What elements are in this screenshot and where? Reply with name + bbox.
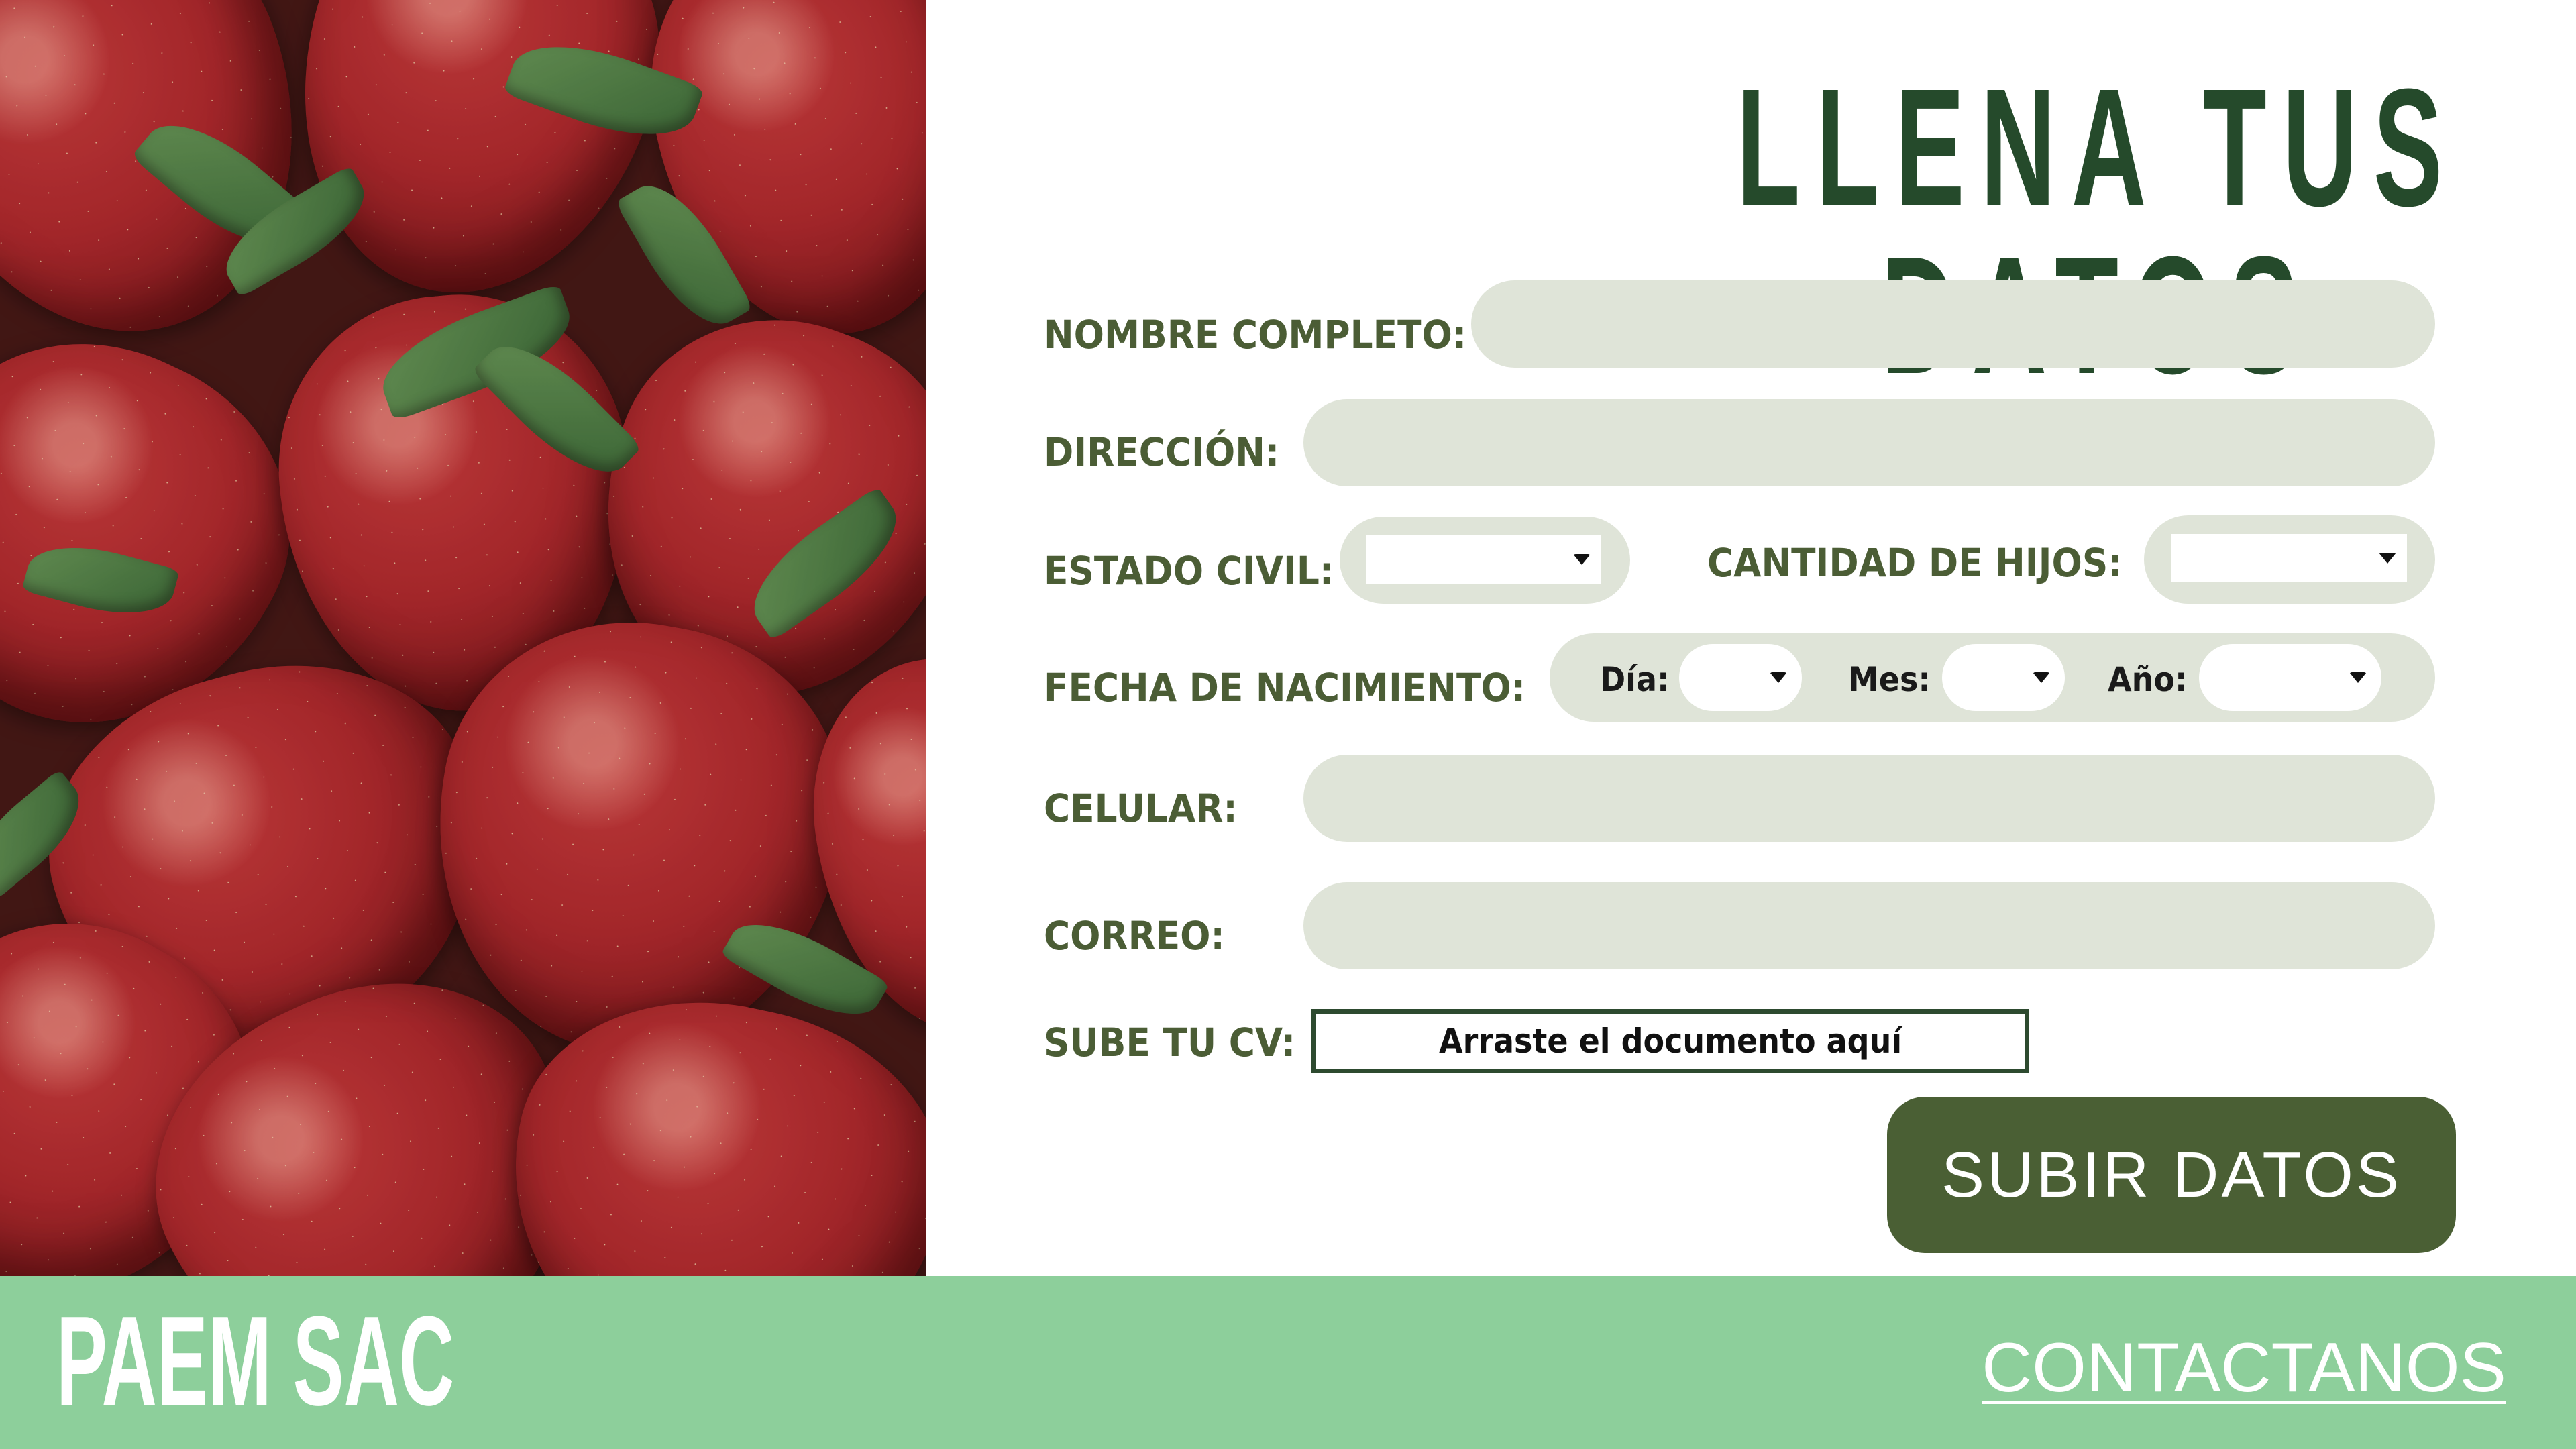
brand-logo-text: PAEM SAC [56,1290,455,1432]
direccion-input[interactable] [1303,399,2435,486]
fecha-nacimiento-label: FECHA DE NACIMIENTO: [1044,665,1526,710]
chevron-down-icon [2349,672,2367,683]
estado-civil-label: ESTADO CIVIL: [1044,548,1334,594]
submit-button[interactable]: SUBIR DATOS [1887,1097,2456,1253]
celular-input[interactable] [1303,755,2435,842]
chevron-down-icon [1573,554,1591,565]
dropzone-text: Arraste el documento aquí [1438,1022,1902,1061]
correo-input[interactable] [1303,882,2435,969]
dia-select[interactable] [1679,644,1802,711]
correo-label: CORREO: [1044,913,1225,959]
cv-dropzone[interactable]: Arraste el documento aquí [1311,1009,2029,1073]
nombre-input[interactable] [1471,280,2435,368]
mes-select[interactable] [1942,644,2065,711]
cv-label: SUBE TU CV: [1044,1020,1296,1065]
strawberries-photo [0,0,926,1276]
footer-bar: PAEM SAC CONTACTANOS [0,1276,2576,1449]
nombre-label: NOMBRE COMPLETO: [1044,312,1467,358]
anio-select[interactable] [2199,644,2381,711]
dia-label: Día: [1600,660,1670,699]
estado-civil-select[interactable] [1366,535,1601,584]
celular-label: CELULAR: [1044,786,1238,831]
mes-label: Mes: [1848,660,1931,699]
submit-button-label: SUBIR DATOS [1941,1138,2402,1211]
cantidad-hijos-label: CANTIDAD DE HIJOS: [1707,540,2123,586]
chevron-down-icon [2033,672,2050,683]
chevron-down-icon [1770,672,1787,683]
anio-label: Año: [2108,660,2188,699]
direccion-label: DIRECCIÓN: [1044,429,1280,475]
chevron-down-icon [2379,553,2396,564]
cantidad-hijos-select[interactable] [2171,534,2407,582]
contact-link[interactable]: CONTACTANOS [1982,1328,2506,1408]
